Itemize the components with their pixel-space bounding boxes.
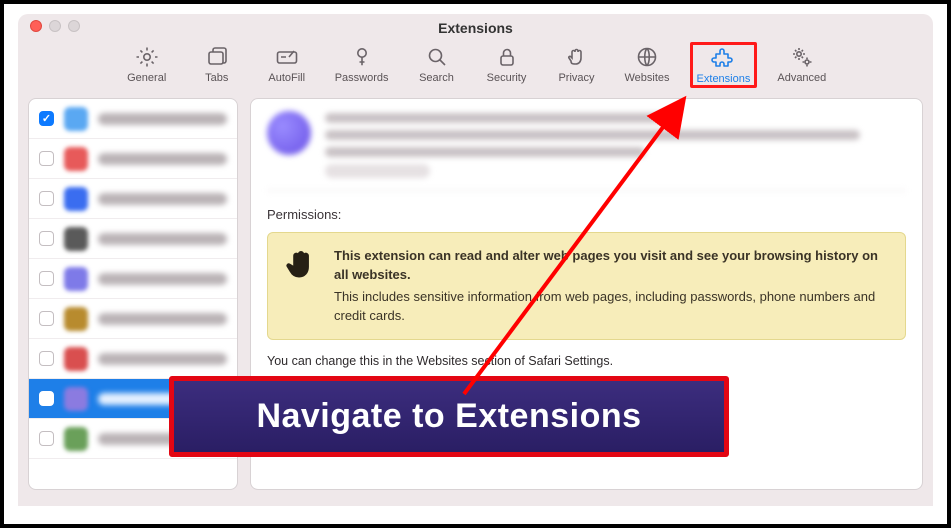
extension-app-icon (267, 111, 311, 155)
toolbar-label: Privacy (558, 72, 594, 84)
extension-icon (64, 307, 88, 331)
key-icon (349, 44, 375, 70)
extension-checkbox[interactable] (39, 431, 54, 446)
tab-general[interactable]: General (119, 42, 175, 88)
tab-privacy[interactable]: Privacy (549, 42, 605, 88)
extension-checkbox[interactable] (39, 271, 54, 286)
puzzle-icon (710, 45, 736, 71)
extension-checkbox[interactable] (39, 391, 54, 406)
window-titlebar: Extensions (18, 14, 933, 38)
extension-icon (64, 387, 88, 411)
hand-icon (564, 44, 590, 70)
toolbar-label: Tabs (205, 72, 228, 84)
tab-search[interactable]: Search (409, 42, 465, 88)
extension-name (98, 313, 227, 325)
extension-icon (64, 427, 88, 451)
extension-checkbox[interactable] (39, 231, 54, 246)
extension-icon (64, 107, 88, 131)
permissions-label: Permissions: (267, 207, 906, 222)
tab-passwords[interactable]: Passwords (329, 42, 395, 88)
toolbar-label: General (127, 72, 166, 84)
tab-advanced[interactable]: Advanced (771, 42, 832, 88)
extension-name (98, 353, 227, 365)
sidebar-item[interactable] (29, 219, 237, 259)
screenshot-frame: Extensions General Tabs AutoFill Passwor… (0, 0, 951, 528)
extension-header (267, 111, 906, 191)
extension-checkbox[interactable] (39, 311, 54, 326)
permissions-warning-box: This extension can read and alter web pa… (267, 232, 906, 340)
preferences-toolbar: General Tabs AutoFill Passwords Search S… (18, 38, 933, 98)
callout-text: Navigate to Extensions (186, 397, 712, 436)
tab-tabs[interactable]: Tabs (189, 42, 245, 88)
sidebar-item[interactable] (29, 299, 237, 339)
extension-checkbox[interactable] (39, 351, 54, 366)
extension-icon (64, 147, 88, 171)
extension-icon (64, 187, 88, 211)
zoom-window-icon[interactable] (68, 20, 80, 32)
close-window-icon[interactable] (30, 20, 42, 32)
toolbar-label: Websites (625, 72, 670, 84)
stop-hand-icon (284, 247, 318, 286)
extension-icon (64, 227, 88, 251)
permissions-note: You can change this in the Websites sect… (267, 354, 906, 368)
permissions-body: This includes sensitive information from… (334, 289, 875, 323)
toolbar-label: Security (487, 72, 527, 84)
lock-icon (494, 44, 520, 70)
sidebar-item[interactable] (29, 339, 237, 379)
search-icon (424, 44, 450, 70)
sidebar-item[interactable] (29, 259, 237, 299)
tab-extensions[interactable]: Extensions (690, 42, 758, 88)
extension-checkbox[interactable] (39, 191, 54, 206)
toolbar-label: Extensions (697, 73, 751, 85)
extension-checkbox[interactable] (39, 151, 54, 166)
toolbar-label: Search (419, 72, 454, 84)
gear-icon (134, 44, 160, 70)
minimize-window-icon[interactable] (49, 20, 61, 32)
sidebar-item[interactable] (29, 179, 237, 219)
sidebar-item[interactable] (29, 99, 237, 139)
window-title: Extensions (28, 16, 923, 36)
permissions-text: This extension can read and alter web pa… (334, 247, 889, 325)
sidebar-item[interactable] (29, 139, 237, 179)
extension-name (98, 113, 227, 125)
autofill-icon (274, 44, 300, 70)
extension-checkbox[interactable] (39, 111, 54, 126)
extension-icon (64, 267, 88, 291)
tab-websites[interactable]: Websites (619, 42, 676, 88)
toolbar-label: Passwords (335, 72, 389, 84)
globe-icon (634, 44, 660, 70)
gears-icon (789, 44, 815, 70)
tabs-icon (204, 44, 230, 70)
extension-name (98, 273, 227, 285)
toolbar-label: Advanced (777, 72, 826, 84)
extension-name (98, 233, 227, 245)
extension-name (98, 153, 227, 165)
instruction-callout: Navigate to Extensions (169, 376, 729, 457)
traffic-lights[interactable] (30, 20, 80, 32)
extension-icon (64, 347, 88, 371)
extension-header-text (325, 111, 906, 178)
extension-name (98, 193, 227, 205)
permissions-title: This extension can read and alter web pa… (334, 247, 889, 285)
tab-autofill[interactable]: AutoFill (259, 42, 315, 88)
toolbar-label: AutoFill (268, 72, 305, 84)
tab-security[interactable]: Security (479, 42, 535, 88)
